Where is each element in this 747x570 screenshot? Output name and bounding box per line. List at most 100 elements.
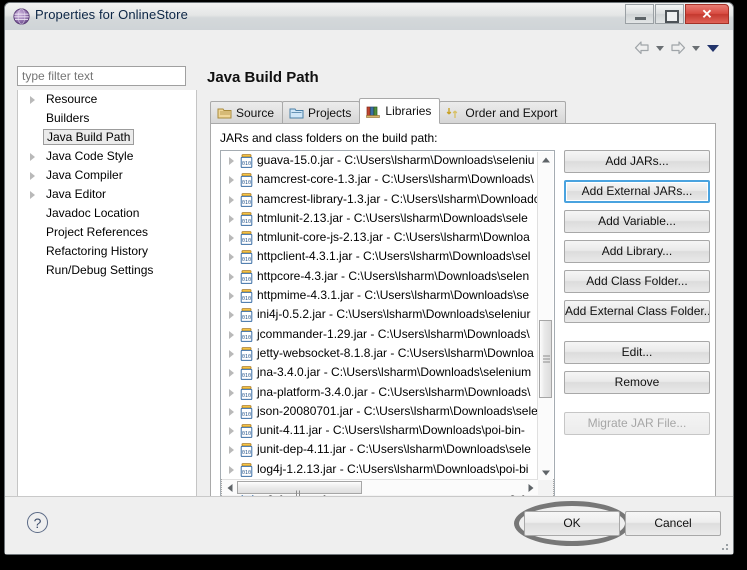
jar-list-item[interactable]: 010 junit-4.11.jar - C:\Users\lsharm\Down… xyxy=(221,421,554,440)
resize-grip-icon[interactable] xyxy=(718,540,730,552)
jar-list-item[interactable]: 010 hamcrest-core-1.3.jar - C:\Users\lsha… xyxy=(221,170,554,189)
view-menu-icon[interactable] xyxy=(707,44,719,52)
jar-file-icon: 010 xyxy=(240,462,253,477)
expand-arrow-icon[interactable] xyxy=(229,214,234,223)
tab-projects[interactable]: Projects xyxy=(282,101,361,124)
scroll-up-button[interactable] xyxy=(538,152,553,167)
add-jars-button[interactable]: Add JARs... xyxy=(564,150,710,173)
filter-input[interactable] xyxy=(17,66,186,86)
jar-list[interactable]: 010 guava-15.0.jar - C:\Users\lsharm\Down… xyxy=(220,150,555,497)
expand-arrow-icon[interactable] xyxy=(229,253,234,262)
sidebar-item-builders[interactable]: Builders xyxy=(18,109,196,128)
sidebar-item-label: Java Compiler xyxy=(46,168,123,182)
jar-list-item[interactable]: 010 httpcore-4.3.jar - C:\Users\lsharm\Do… xyxy=(221,267,554,286)
expand-arrow-icon[interactable] xyxy=(229,157,234,165)
back-arrow-icon[interactable] xyxy=(633,40,651,56)
expand-arrow-icon[interactable] xyxy=(229,176,234,185)
expand-arrow-icon[interactable] xyxy=(229,195,234,204)
back-dropdown-icon[interactable] xyxy=(656,45,664,51)
expand-arrow-icon[interactable] xyxy=(229,446,234,455)
close-button[interactable]: ✕ xyxy=(685,4,729,24)
forward-dropdown-icon[interactable] xyxy=(692,45,700,51)
jar-file-icon: 010 xyxy=(240,308,253,323)
jar-name: htmlunit-core-js-2.13.jar xyxy=(257,230,384,245)
scroll-down-button[interactable] xyxy=(538,465,553,480)
jar-list-item[interactable]: 010 jetty-websocket-8.1.8.jar - C:\Users\… xyxy=(221,344,554,363)
scroll-left-button[interactable] xyxy=(222,480,237,495)
expand-arrow-icon[interactable] xyxy=(229,427,234,436)
sidebar-item-project-references[interactable]: Project References xyxy=(18,223,196,242)
jar-list-item[interactable]: 010 httpmime-4.3.1.jar - C:\Users\lsharm\… xyxy=(221,286,554,305)
help-icon[interactable]: ? xyxy=(27,512,48,533)
jar-list-item[interactable]: 010 jcommander-1.29.jar - C:\Users\lsharm… xyxy=(221,325,554,344)
vertical-scroll-thumb[interactable] xyxy=(539,320,552,398)
jar-list-item[interactable]: 010 ini4j-0.5.2.jar - C:\Users\lsharm\Dow… xyxy=(221,305,554,324)
jar-file-icon: 010 xyxy=(240,289,253,303)
sidebar-item-run-debug-settings[interactable]: Run/Debug Settings xyxy=(18,261,196,280)
jar-list-item[interactable]: 010 htmlunit-core-js-2.13.jar - C:\Users\… xyxy=(221,228,554,247)
jar-list-item[interactable]: 010 json-20080701.jar - C:\Users\lsharm\D… xyxy=(221,402,554,421)
tab-label: Libraries xyxy=(385,104,432,118)
jar-list-item[interactable]: 010 htmlunit-2.13.jar - C:\Users\lsharm\D… xyxy=(221,209,554,228)
sidebar-item-java-compiler[interactable]: Java Compiler xyxy=(18,166,196,185)
sidebar-item-java-code-style[interactable]: Java Code Style xyxy=(18,147,196,166)
libraries-books-icon xyxy=(366,104,381,118)
jar-list-item[interactable]: 010 log4j-1.2.13.jar - C:\Users\lsharm\Do… xyxy=(221,460,554,479)
maximize-button[interactable] xyxy=(655,4,684,24)
remove-button[interactable]: Remove xyxy=(564,371,710,394)
jar-file-icon: 010 xyxy=(240,366,253,381)
expand-arrow-icon[interactable] xyxy=(229,234,234,243)
sidebar-item-javadoc-location[interactable]: Javadoc Location xyxy=(18,204,196,223)
jar-name: junit-dep-4.11.jar xyxy=(257,442,347,457)
tab-libraries[interactable]: Libraries xyxy=(359,98,441,124)
forward-arrow-icon[interactable] xyxy=(669,40,687,56)
expand-arrow-icon[interactable] xyxy=(229,369,234,378)
ok-button[interactable]: OK xyxy=(524,511,620,536)
jar-list-item[interactable]: 010 guava-15.0.jar - C:\Users\lsharm\Down… xyxy=(221,151,554,170)
expand-arrow-icon[interactable] xyxy=(229,292,234,301)
expand-arrow-icon[interactable] xyxy=(229,272,234,281)
vertical-scrollbar[interactable] xyxy=(537,152,553,480)
expand-arrow-icon[interactable] xyxy=(229,349,234,358)
title-bar: Properties for OnlineStore ✕ xyxy=(5,3,733,31)
add-variable-button[interactable]: Add Variable... xyxy=(564,210,710,233)
jar-path: - C:\Users\lsharm\Downloads\se xyxy=(353,288,530,303)
sidebar-item-resource[interactable]: Resource xyxy=(18,90,196,109)
sidebar-item-java-editor[interactable]: Java Editor xyxy=(18,185,196,204)
edit-button[interactable]: Edit... xyxy=(564,341,710,364)
jar-list-item[interactable]: 010 hamcrest-library-1.3.jar - C:\Users\l… xyxy=(221,190,554,209)
horizontal-scrollbar[interactable] xyxy=(222,479,538,496)
expand-arrow-icon[interactable] xyxy=(229,407,234,416)
expand-arrow-icon[interactable] xyxy=(30,153,35,161)
add-external-class-folder-button[interactable]: Add External Class Folder... xyxy=(564,300,710,323)
svg-text:010: 010 xyxy=(242,450,251,456)
expand-arrow-icon[interactable] xyxy=(229,330,234,339)
sidebar-item-java-build-path[interactable]: Java Build Path xyxy=(18,128,196,147)
expand-arrow-icon[interactable] xyxy=(30,96,35,104)
jar-list-item[interactable]: 010 junit-dep-4.11.jar - C:\Users\lsharm\… xyxy=(221,440,554,459)
cancel-button[interactable]: Cancel xyxy=(625,511,721,536)
jar-name: httpmime-4.3.1.jar xyxy=(257,288,354,303)
jar-list-item[interactable]: 010 httpclient-4.3.1.jar - C:\Users\lshar… xyxy=(221,247,554,266)
add-library-button[interactable]: Add Library... xyxy=(564,240,710,263)
sidebar-item-label: Javadoc Location xyxy=(46,206,140,220)
expand-arrow-icon[interactable] xyxy=(30,191,35,199)
jar-list-item[interactable]: 010 jna-3.4.0.jar - C:\Users\lsharm\Downl… xyxy=(221,363,554,382)
tab-source[interactable]: Source xyxy=(210,101,284,124)
chevron-down-icon xyxy=(541,470,550,475)
add-external-jars-button[interactable]: Add External JARs... xyxy=(564,180,710,203)
horizontal-scroll-thumb[interactable] xyxy=(237,481,362,496)
settings-tree[interactable]: Resource Builders Java Build Path Java Code… xyxy=(17,90,197,518)
tab-order-and-export[interactable]: Order and Export xyxy=(439,101,567,124)
expand-arrow-icon[interactable] xyxy=(229,388,234,397)
svg-text:010: 010 xyxy=(242,431,251,437)
svg-text:010: 010 xyxy=(242,470,251,476)
expand-arrow-icon[interactable] xyxy=(229,465,234,474)
expand-arrow-icon[interactable] xyxy=(229,311,234,320)
jar-list-item[interactable]: 010 jna-platform-3.4.0.jar - C:\Users\lsh… xyxy=(221,383,554,402)
scroll-right-button[interactable] xyxy=(523,480,538,495)
add-class-folder-button[interactable]: Add Class Folder... xyxy=(564,270,710,293)
minimize-button[interactable] xyxy=(625,4,654,24)
expand-arrow-icon[interactable] xyxy=(30,172,35,180)
sidebar-item-refactoring-history[interactable]: Refactoring History xyxy=(18,242,196,261)
